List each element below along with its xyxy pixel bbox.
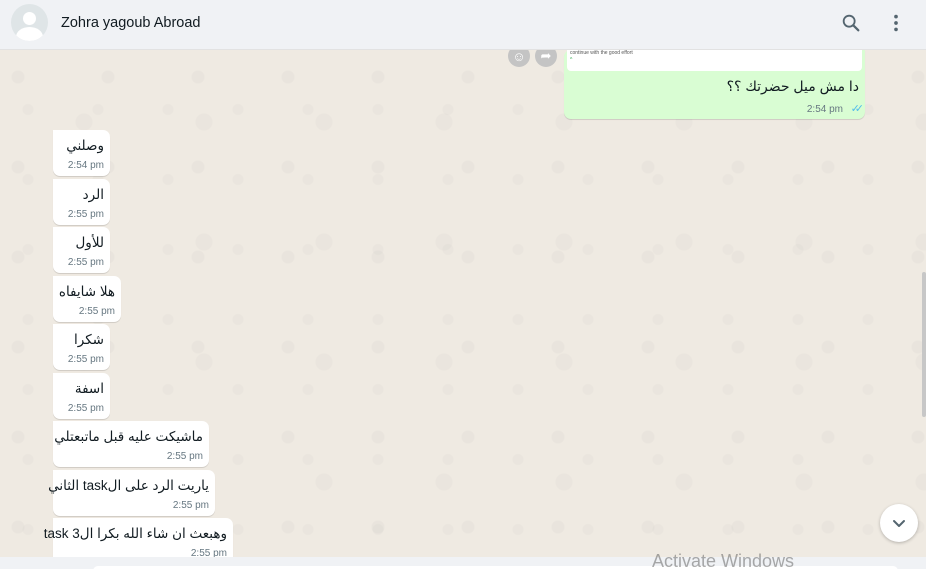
- message-time: 2:54 pm: [806, 104, 843, 115]
- message-text: اسفة: [74, 381, 104, 396]
- message-time: 2:55 pm: [67, 403, 104, 414]
- message-time: 2:55 pm: [78, 306, 115, 317]
- chat-header: Zohra yagoub Abroad: [0, 0, 926, 50]
- forward-icon: ➦: [540, 48, 552, 63]
- double-check-read-icon: ✓✓: [850, 103, 865, 115]
- chat-scrollbar[interactable]: [922, 272, 926, 417]
- image-caption: continue with the good effort: [570, 50, 633, 56]
- message-text: شكرا: [74, 332, 104, 347]
- message-text: هلا شايفاه: [58, 284, 115, 299]
- incoming-message[interactable]: شكرا 2:55 pm: [53, 324, 110, 370]
- message-text: وهبعث ان شاء الله بكرا الtask 3: [43, 526, 227, 541]
- image-mark: ^: [570, 57, 573, 63]
- message-text: للأول: [75, 235, 105, 250]
- incoming-message[interactable]: اسفة 2:55 pm: [53, 373, 110, 419]
- incoming-message[interactable]: وصلني 2:54 pm: [53, 130, 110, 176]
- message-text: ياريت الرد على الtask الثاني: [48, 478, 209, 493]
- message-image-attachment[interactable]: continue with the good effort ^: [567, 50, 862, 71]
- message-time: 2:55 pm: [172, 500, 209, 511]
- incoming-message[interactable]: ياريت الرد على الtask الثاني 2:55 pm: [48, 470, 215, 516]
- avatar-body-shape: [16, 27, 43, 41]
- outgoing-message[interactable]: continue with the good effort ^ دا مش مي…: [564, 50, 865, 119]
- scroll-to-bottom-button[interactable]: [880, 504, 918, 542]
- message-text: ماشيكت عليه قبل ماتبعتلي: [54, 429, 203, 444]
- message-time: 2:55 pm: [67, 354, 104, 365]
- smiley-icon: ☺: [512, 48, 526, 64]
- menu-kebab-icon[interactable]: [885, 12, 907, 34]
- incoming-message[interactable]: للأول 2:55 pm: [53, 227, 110, 273]
- message-time: 2:54 pm: [67, 160, 104, 171]
- contact-avatar[interactable]: [11, 4, 48, 41]
- incoming-message[interactable]: الرد 2:55 pm: [53, 179, 110, 225]
- message-time: 2:55 pm: [166, 451, 203, 462]
- contact-name[interactable]: Zohra yagoub Abroad: [61, 15, 200, 31]
- incoming-message[interactable]: ماشيكت عليه قبل ماتبعتلي 2:55 pm: [53, 421, 209, 467]
- incoming-message[interactable]: هلا شايفاه 2:55 pm: [53, 276, 121, 322]
- message-text: الرد: [82, 187, 104, 202]
- message-text: دا مش ميل حضرتك ؟؟: [726, 78, 859, 94]
- activate-windows-watermark: Activate Windows: [652, 551, 795, 569]
- search-icon[interactable]: [840, 12, 862, 34]
- chevron-down-icon: [893, 520, 905, 527]
- message-time: 2:55 pm: [67, 257, 104, 268]
- message-text: وصلني: [66, 138, 104, 153]
- avatar-head-shape: [23, 12, 36, 25]
- message-time: 2:55 pm: [67, 209, 104, 220]
